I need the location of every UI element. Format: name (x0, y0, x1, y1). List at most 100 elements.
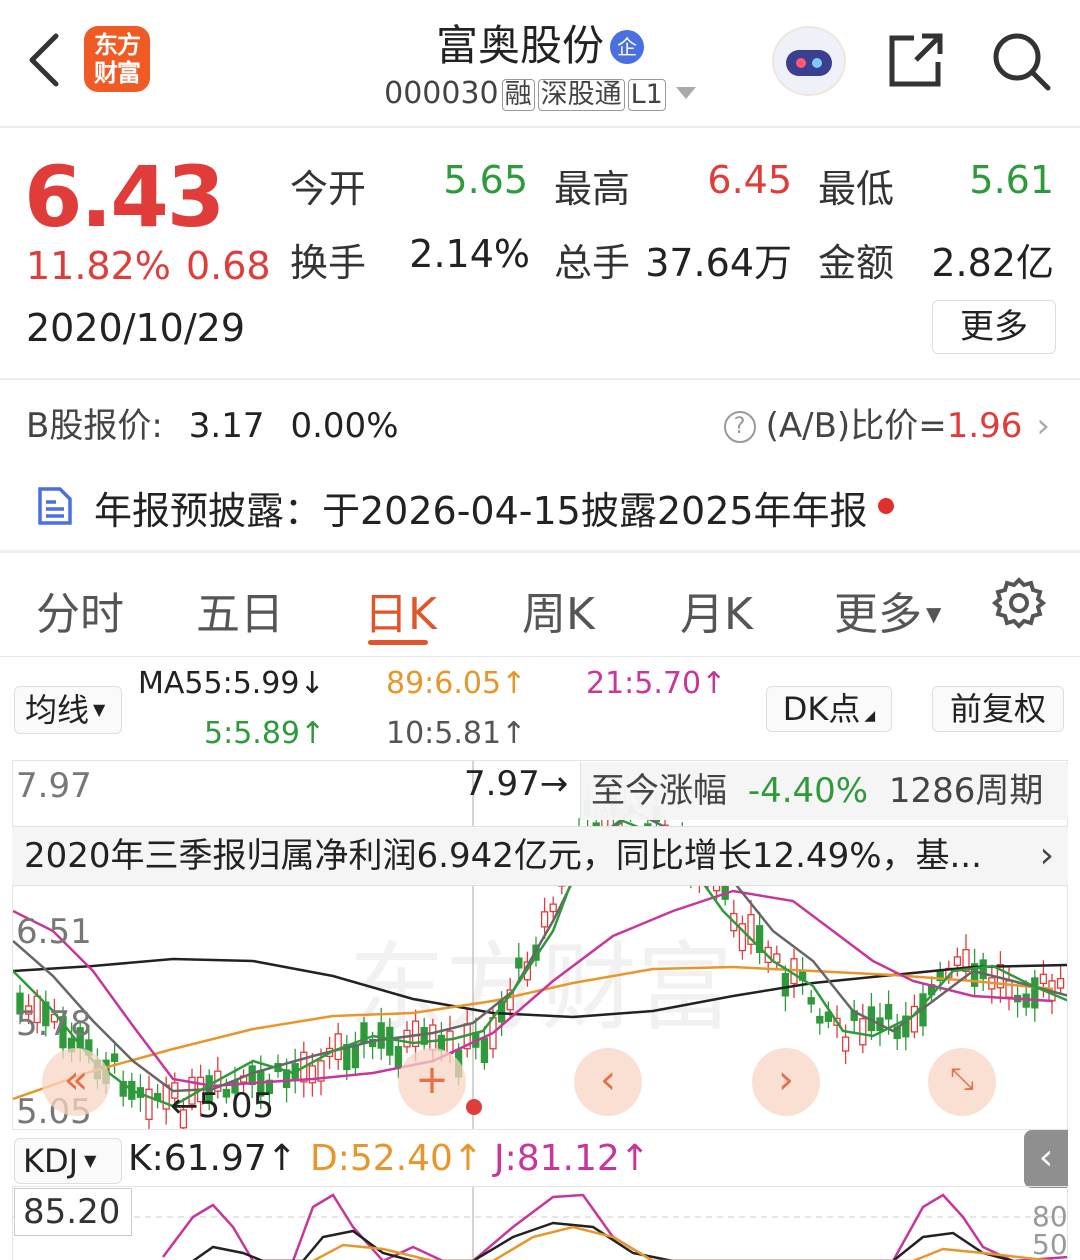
high-value: 6.45 (707, 158, 792, 202)
candle-body (446, 1030, 454, 1055)
candle-body (953, 956, 962, 967)
tag-connect: 深股通 (537, 79, 625, 111)
volume-value: 37.64万 (645, 241, 792, 285)
candle-body (540, 911, 549, 928)
b-share-row: B股报价: 3.17 0.00% (26, 398, 425, 447)
candle-body (1056, 977, 1065, 989)
y-label-mid2: 5.78 (16, 1004, 92, 1044)
gear-icon[interactable] (992, 576, 1046, 630)
stock-code: 000030 (384, 76, 499, 111)
dk-point-button[interactable]: DK点 ◢ (766, 686, 892, 732)
chevron-right-icon: › (1036, 406, 1050, 446)
high-label: 最高 (554, 167, 631, 211)
low-label: 最低 (818, 167, 895, 211)
help-icon[interactable]: ? (723, 411, 756, 443)
turnover-label: 换手 (290, 241, 367, 285)
candle-body (884, 1004, 893, 1020)
low-value: 5.61 (969, 158, 1054, 202)
b-share-pct: 0.00% (290, 406, 399, 446)
kdj-max-label: 85.20 (14, 1188, 132, 1236)
candle-body (403, 1029, 411, 1048)
high-marker: 7.97→ (464, 764, 569, 804)
candle-body (807, 997, 815, 1005)
divider (0, 656, 1080, 657)
kdj-j-value: J:81.12↑ (494, 1138, 650, 1179)
dropdown-icon[interactable] (675, 87, 696, 99)
kdj-svg (13, 1187, 1067, 1260)
corner-icon: ◢ (864, 708, 876, 724)
candle-body (549, 903, 557, 913)
chevron-left-icon[interactable]: ‹ (1024, 1130, 1068, 1188)
ab-ratio-row[interactable]: ? (A/B)比价=1.96 › (723, 398, 1050, 447)
divider (0, 126, 1080, 128)
volume-label: 总手 (554, 241, 631, 285)
candle-body (429, 1024, 437, 1051)
unread-dot (878, 498, 894, 514)
since-period: 1286周期 (888, 771, 1044, 811)
low-marker: ←5.05 (170, 1086, 275, 1126)
since-percent: -4.40% (747, 771, 869, 811)
tab-intraday[interactable]: 分时 (36, 578, 124, 642)
search-icon[interactable] (990, 30, 1052, 92)
kdj-chart[interactable] (12, 1186, 1068, 1260)
amount-value: 2.82亿 (931, 241, 1054, 285)
earnings-banner[interactable]: 2020年三季报归属净利润6.942亿元，同比增长12.49%，基... › (12, 826, 1068, 886)
tab-weekly-k[interactable]: 周K (522, 578, 595, 642)
tab-five-day[interactable]: 五日 (196, 578, 284, 642)
ma89-value: 89:6.05↑ (386, 666, 527, 701)
candle-body (334, 1033, 342, 1061)
indicator-selector[interactable]: KDJ ▼ (14, 1138, 122, 1184)
enterprise-badge: 企 (610, 30, 644, 64)
divider (0, 378, 1080, 380)
tab-daily-k[interactable]: 日K (364, 578, 437, 642)
since-change-panel[interactable]: 至今涨幅 -4.40% 1286周期 ▶ (580, 762, 1068, 865)
kdj-d-line (312, 1225, 1054, 1260)
divider (0, 550, 1080, 553)
candle-body (480, 1037, 489, 1064)
candle-body (979, 959, 987, 980)
candle-body (1039, 973, 1048, 985)
share-icon[interactable] (886, 30, 946, 90)
zoom-in-icon[interactable]: + (398, 1048, 466, 1116)
tab-monthly-k[interactable]: 月K (680, 578, 753, 642)
ma21-value: 21:5.70↑ (586, 666, 727, 701)
tab-indicator (368, 640, 428, 645)
dropdown-icon: ▼ (93, 700, 106, 719)
chevron-left-icon[interactable]: ‹ (574, 1048, 642, 1116)
kdj-k-line (192, 1221, 1014, 1260)
candle-body (841, 1036, 850, 1052)
since-label: 至今涨幅 (591, 771, 727, 811)
kdj-tick-50: 50 (1032, 1228, 1068, 1260)
dropdown-icon: ▼ (926, 602, 942, 626)
assistant-avatar[interactable] (772, 26, 846, 96)
fullscreen-icon[interactable]: ⤡ (928, 1048, 996, 1116)
candle-body (1031, 977, 1039, 1009)
candle-body (859, 1018, 867, 1046)
y-label-high: 7.97 (16, 766, 92, 806)
candle-body (386, 1026, 394, 1056)
candle-body (110, 1053, 119, 1062)
chevron-right-icon: › (1039, 835, 1054, 876)
candle-body (145, 1088, 153, 1120)
change-percent: 11.82% (26, 244, 171, 288)
annual-report-notice[interactable]: 年报预披露：于2026-04-15披露2025年年报 (94, 480, 868, 535)
current-point-marker (466, 1099, 482, 1115)
adjust-button[interactable]: 前复权 (932, 686, 1064, 732)
dropdown-icon: ▼ (84, 1151, 97, 1170)
candle-body (781, 973, 790, 997)
ab-ratio-value: 1.96 (946, 406, 1023, 446)
current-price: 6.43 (24, 148, 225, 246)
chevron-double-left-icon[interactable]: « (42, 1048, 110, 1116)
more-quote-button[interactable]: 更多 (932, 300, 1056, 354)
stock-name: 富奥股份 (435, 21, 604, 70)
amount-label: 金额 (818, 241, 895, 285)
open-value: 5.65 (443, 158, 528, 202)
y-label-mid1: 6.51 (16, 912, 92, 952)
ma-selector[interactable]: 均线 ▼ (14, 686, 122, 734)
kdj-k-value: K:61.97↑ (128, 1138, 297, 1179)
chevron-right-icon[interactable]: › (752, 1048, 820, 1116)
ma10-value: 10:5.81↑ (386, 716, 527, 751)
ab-ratio-label: (A/B)比价= (765, 406, 947, 446)
tab-more[interactable]: 更多 ▼ (834, 578, 941, 642)
quote-date: 2020/10/29 (26, 306, 246, 350)
